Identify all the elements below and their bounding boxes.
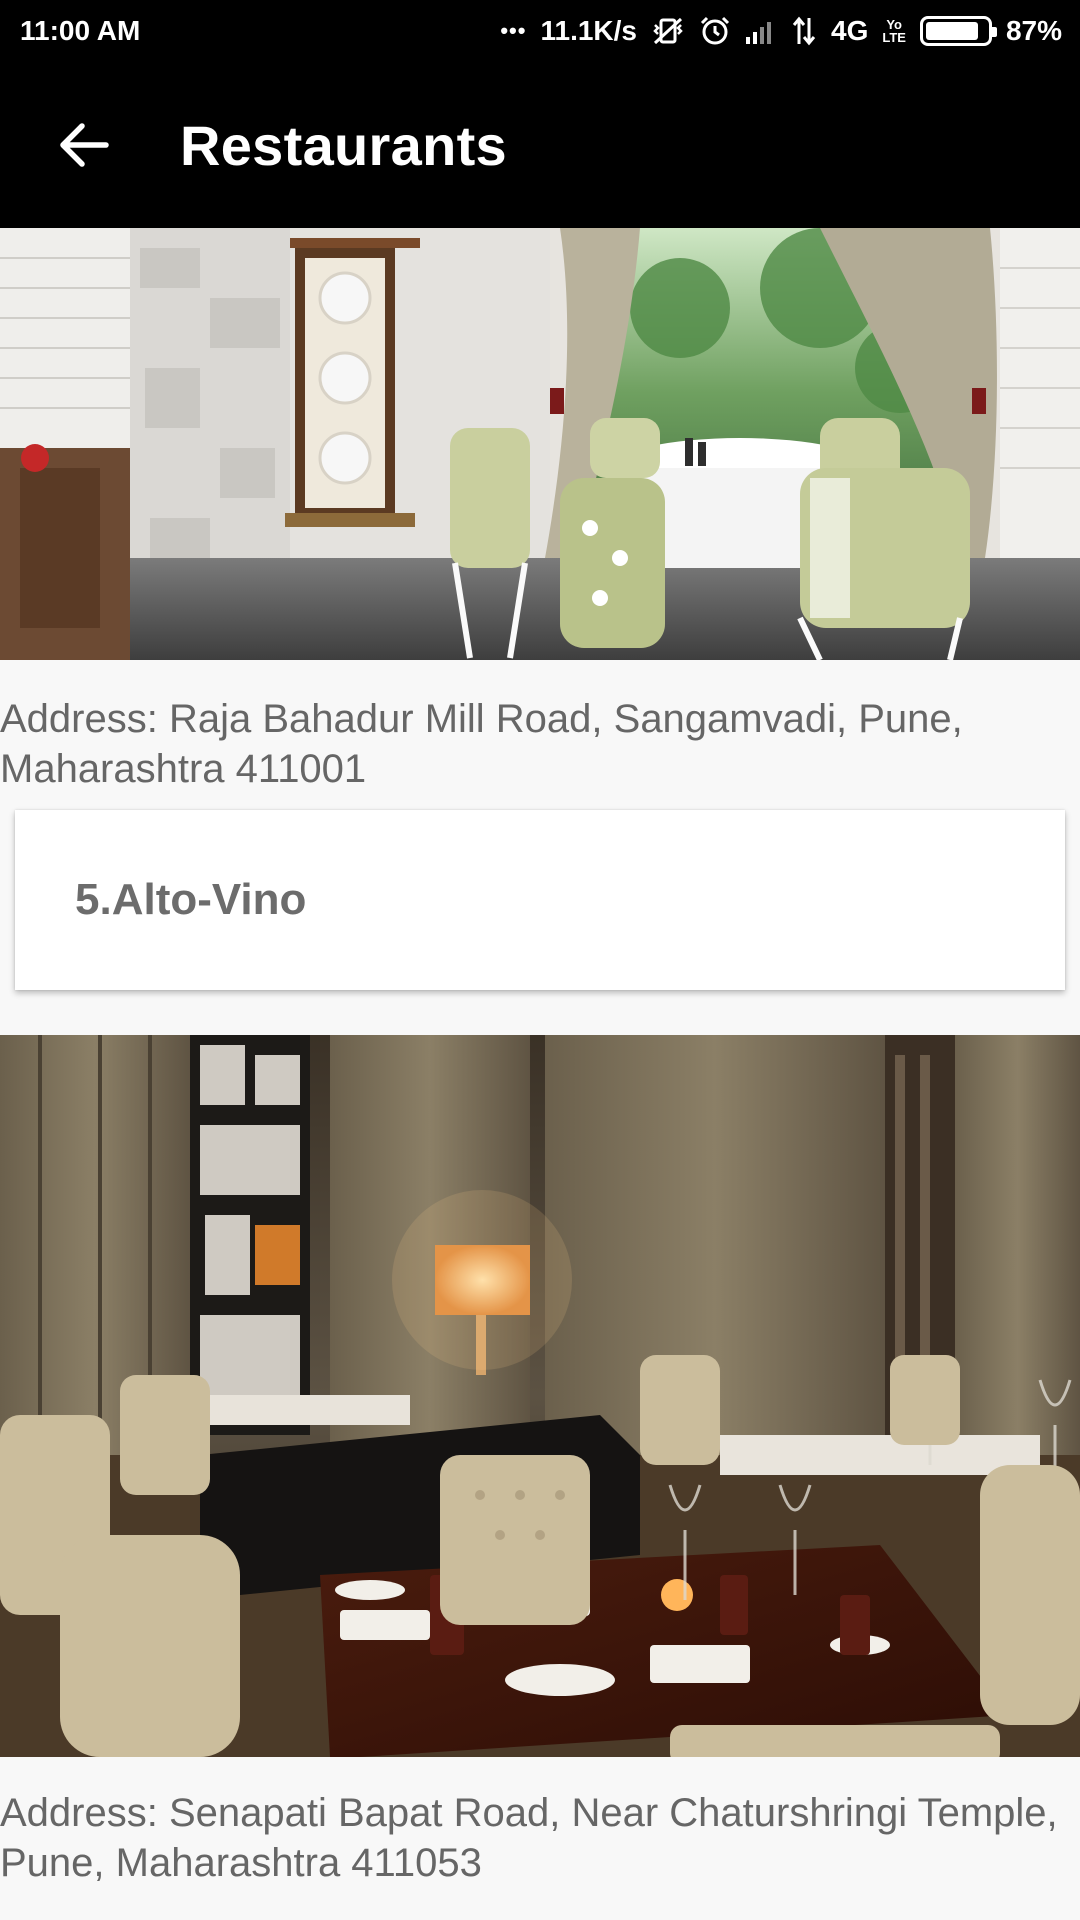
status-bar: 11:00 AM ••• 11.1K/s 4G Yo LTE 87%	[0, 0, 1080, 62]
vibrate-icon	[651, 16, 685, 46]
app-bar: Restaurants	[0, 62, 1080, 228]
status-icons: ••• 11.1K/s 4G Yo LTE 87%	[500, 15, 1062, 47]
volte-bottom: LTE	[882, 30, 906, 45]
restaurant-address: Address: Senapati Bapat Road, Near Chatu…	[0, 1791, 1058, 1885]
battery-level	[925, 22, 979, 40]
network-type: 4G	[831, 15, 869, 46]
status-time: 11:00 AM	[20, 15, 141, 46]
data-arrows-icon	[791, 16, 817, 46]
signal-icon	[745, 17, 777, 45]
restaurant-address: Address: Raja Bahadur Mill Road, Sangamv…	[0, 697, 963, 791]
battery-icon	[919, 16, 997, 46]
net-speed: 11.1K/s	[540, 15, 637, 46]
arrow-left-icon	[60, 123, 109, 167]
restaurant-card[interactable]: 5.Alto-Vino	[15, 810, 1065, 990]
restaurant-dining-photo[interactable]	[0, 1035, 1080, 1757]
volte-icon: Yo LTE	[882, 18, 906, 44]
back-button[interactable]	[36, 97, 132, 193]
restaurant-interior-photo[interactable]	[0, 228, 1080, 660]
restaurant-title: 5.Alto-Vino	[75, 875, 307, 924]
page-title: Restaurants	[180, 113, 507, 177]
more-dots-icon: •••	[500, 18, 527, 43]
alarm-icon	[699, 15, 731, 47]
battery-percent: 87%	[1005, 15, 1062, 46]
